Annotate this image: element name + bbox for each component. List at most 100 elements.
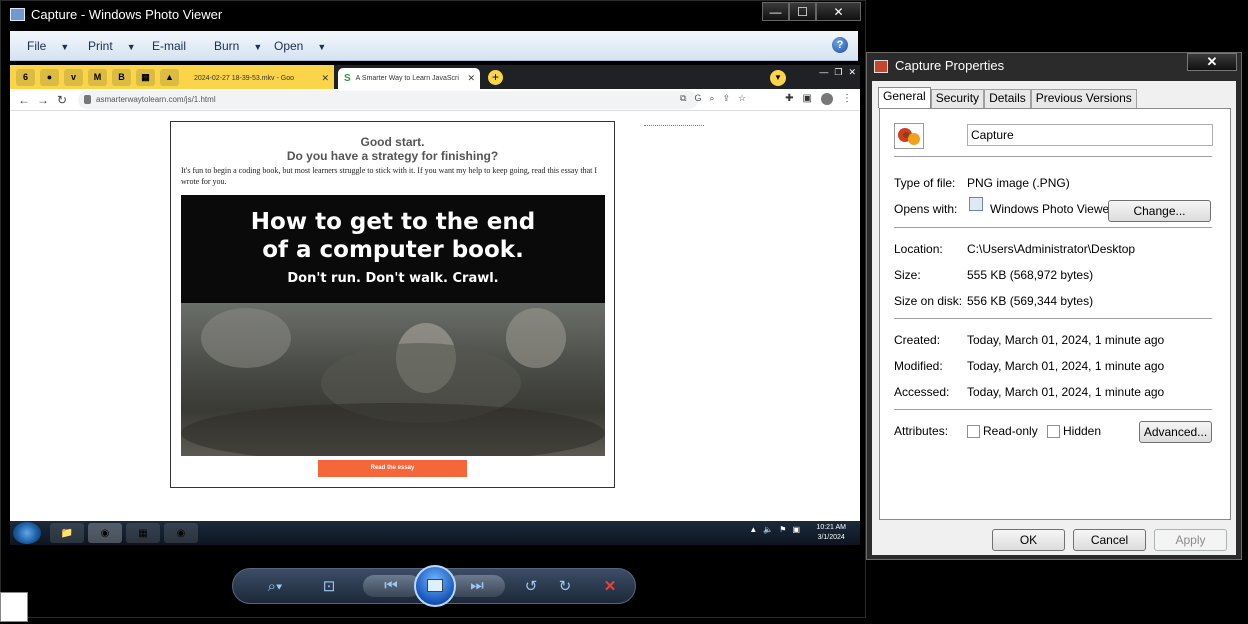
banner-line-3: Don't run. Don't walk. Crawl. <box>287 271 499 286</box>
displayed-image: 6 ● v M B ▦ ▲ 2024-02-27 18-39-53.mkv - … <box>10 65 860 545</box>
accessed-label: Accessed: <box>894 385 950 399</box>
size-label: Size: <box>894 268 921 282</box>
menu-print[interactable]: Print ▼ <box>88 39 136 53</box>
tab-security[interactable]: Security <box>930 89 985 108</box>
site-icon: S <box>344 73 351 84</box>
rotate-right-icon[interactable]: ↻ <box>554 577 576 597</box>
location-value: C:\Users\Administrator\Desktop <box>967 242 1136 256</box>
modal-text: It's fun to begin a coding book, but mos… <box>181 166 598 186</box>
opens-with-label: Opens with: <box>894 202 958 216</box>
type-value: PNG image (.PNG) <box>967 176 1070 190</box>
photo-viewer-icon <box>969 197 983 211</box>
readonly-label: Read-only <box>983 424 1038 438</box>
read-essay-button: Read the essay <box>318 460 467 477</box>
close-icon: ✕ <box>321 73 329 83</box>
modified-value: Today, March 01, 2024, 1 minute ago <box>967 359 1165 373</box>
help-icon[interactable]: ? <box>832 37 848 53</box>
close-button[interactable]: ✕ <box>816 2 861 21</box>
tab-details[interactable]: Details <box>984 89 1031 108</box>
system-tray: ▲ 🔈 ⚑ ▣ <box>749 525 800 534</box>
created-value: Today, March 01, 2024, 1 minute ago <box>967 333 1165 347</box>
pinned-tab-icon: 6 <box>16 68 35 86</box>
advanced-button[interactable]: Advanced... <box>1139 421 1212 443</box>
plus-icon: + <box>488 70 503 85</box>
accessed-value: Today, March 01, 2024, 1 minute ago <box>967 385 1165 399</box>
browser-toolbar: ← → ↻ asmarterwaytolearn.com/js/1.html ⧉… <box>10 89 860 111</box>
chevron-down-icon: ▼ <box>770 70 786 86</box>
size-on-disk-label: Size on disk: <box>894 294 963 308</box>
back-icon: ← <box>18 93 30 107</box>
properties-title: Capture Properties <box>895 58 1005 73</box>
clock: 10:21 AM 3/1/2024 <box>816 524 846 541</box>
slideshow-button[interactable] <box>414 565 456 607</box>
attributes-label: Attributes: <box>894 424 949 438</box>
chevron-down-icon: ▼ <box>126 42 136 52</box>
properties-body: General Security Details Previous Versio… <box>872 81 1236 555</box>
github-icon: ● <box>40 68 59 86</box>
viewer-control-bar: ⌕▾ ⊡ ⏮ ⏭ ↺ ↻ ✕ <box>232 565 636 607</box>
modal-subheading: Do you have a strategy for finishing? <box>286 149 499 163</box>
minimize-button[interactable]: — <box>762 2 789 21</box>
image-file-icon <box>894 123 924 149</box>
general-panel: Capture Type of file: PNG image (.PNG) O… <box>879 108 1231 520</box>
apply-button[interactable]: Apply <box>1154 529 1227 551</box>
properties-dialog: Capture Properties ✕ General Security De… <box>866 52 1242 560</box>
pinned-tab-icon: ▦ <box>136 68 155 86</box>
previous-button[interactable]: ⏮ <box>363 575 421 597</box>
created-label: Created: <box>894 333 941 347</box>
browser-window-controls: — ❐ ✕ <box>819 67 856 77</box>
tab-previous-versions[interactable]: Previous Versions <box>1030 89 1137 108</box>
photo-viewer-titlebar[interactable]: Capture - Windows Photo Viewer — ☐ ✕ <box>1 1 865 29</box>
omnibox-icons: ⧉ G ⌕ ⇪ ☆ <box>680 93 747 103</box>
location-label: Location: <box>894 242 943 256</box>
photo-viewer-window: Capture - Windows Photo Viewer — ☐ ✕ Fil… <box>0 0 866 618</box>
fit-icon[interactable]: ⊡ <box>317 577 341 597</box>
type-label: Type of file: <box>894 176 956 190</box>
menu-email[interactable]: E-mail <box>152 39 186 53</box>
readonly-checkbox[interactable] <box>967 425 980 438</box>
change-button[interactable]: Change... <box>1108 200 1211 222</box>
file-name-input[interactable]: Capture <box>967 124 1213 146</box>
browser-tab-active: SA Smarter Way to Learn JavaScri ✕ <box>338 68 480 89</box>
slideshow-icon <box>427 579 443 592</box>
menu-burn[interactable]: Burn ▼ <box>214 39 262 53</box>
divider <box>894 409 1212 410</box>
menu-open[interactable]: Open ▼ <box>274 39 326 53</box>
browser-extension-icons: ✚ ▣ ⋮ <box>785 93 852 105</box>
photo-viewer-app-icon <box>10 8 25 21</box>
divider <box>894 156 1212 157</box>
photo-viewer-menubar: File ▼ Print ▼ E-mail Burn ▼ Open ▼ ? <box>10 31 858 61</box>
rotate-left-icon[interactable]: ↺ <box>520 577 542 597</box>
start-icon <box>13 522 41 544</box>
chevron-down-icon: ▼ <box>253 42 263 52</box>
pinned-tab-icon: v <box>64 68 83 86</box>
divider <box>894 227 1212 228</box>
chrome-icon: ◉ <box>164 523 198 543</box>
delete-icon[interactable]: ✕ <box>599 577 621 597</box>
desktop-snippet <box>0 592 28 622</box>
image-file-icon <box>874 60 888 73</box>
maximize-button[interactable]: ☐ <box>789 2 816 21</box>
ok-button[interactable]: OK <box>992 529 1065 551</box>
avatar <box>821 93 833 105</box>
divider <box>644 125 704 126</box>
cancel-button[interactable]: Cancel <box>1073 529 1146 551</box>
next-icon: ⏭ <box>470 577 484 594</box>
tab-general[interactable]: General <box>878 87 931 108</box>
properties-titlebar[interactable]: Capture Properties ✕ <box>867 53 1241 77</box>
size-on-disk-value: 556 KB (569,344 bytes) <box>967 294 1094 308</box>
banner-line-2: of a computer book. <box>262 237 524 263</box>
banner-line-1: How to get to the end <box>250 209 536 235</box>
calculator-icon: ▦ <box>126 523 160 543</box>
forward-icon: → <box>37 93 49 107</box>
close-icon: ✕ <box>467 73 475 83</box>
chrome-icon: ◉ <box>88 523 122 543</box>
browser-tabstrip: 6 ● v M B ▦ ▲ 2024-02-27 18-39-53.mkv - … <box>10 65 860 89</box>
magnifier-icon[interactable]: ⌕▾ <box>259 577 291 597</box>
mud-crawl-photo <box>181 303 605 456</box>
photo-viewer-title: Capture - Windows Photo Viewer <box>31 7 223 22</box>
web-page: Good start. Do you have a strategy for f… <box>10 111 860 521</box>
hidden-checkbox[interactable] <box>1047 425 1060 438</box>
menu-file[interactable]: File ▼ <box>27 39 69 53</box>
close-button[interactable]: ✕ <box>1187 53 1237 71</box>
